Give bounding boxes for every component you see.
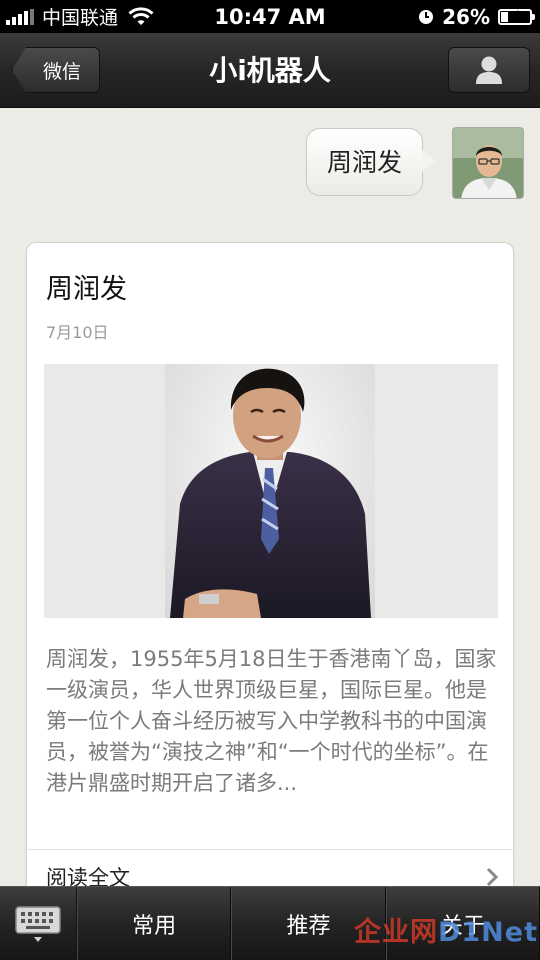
menu-tab-common[interactable]: 常用 [77,887,232,960]
article-date: 7月10日 [46,323,109,342]
battery-icon: ⚡ [498,8,535,25]
user-avatar[interactable] [452,127,524,199]
menu-tab-about[interactable]: 关于 [385,887,540,960]
article-card[interactable]: 周润发 7月10日 周润发，1955年5月18日生于香港南丫岛，国家一级演员，华… [26,242,514,902]
article-title: 周润发 [46,274,127,305]
bottom-menu-bar: 常用 推荐 关于 [0,886,540,960]
navigation-bar: 微信 小i机器人 [0,33,540,108]
profile-button[interactable] [448,47,530,93]
menu-tab-recommend[interactable]: 推荐 [231,887,386,960]
chevron-right-icon [486,867,499,887]
keyboard-icon [15,906,61,942]
back-button[interactable]: 微信 [12,47,100,93]
battery-percent: 26% [442,4,490,29]
article-cover-photo[interactable] [165,364,375,618]
status-bar: 中国联通 10:47 AM 26% ⚡ [0,0,540,33]
article-summary: 周润发，1955年5月18日生于香港南丫岛，国家一级演员，华人世界顶级巨星，国际… [46,647,497,795]
article-image-frame [44,364,498,618]
carrier-name: 中国联通 [42,7,119,29]
chat-area[interactable]: 周润发 周润发 7月10日 周润发，1955年5月18日生于香港南丫岛，国家一级… [0,108,540,902]
person-icon [476,56,502,84]
signal-strength-icon [6,8,34,25]
alarm-clock-icon [418,9,434,25]
wifi-icon [128,6,156,27]
sent-message-bubble[interactable]: 周润发 [305,128,423,196]
keyboard-toggle-button[interactable] [0,887,77,960]
bubble-tail [422,150,436,172]
